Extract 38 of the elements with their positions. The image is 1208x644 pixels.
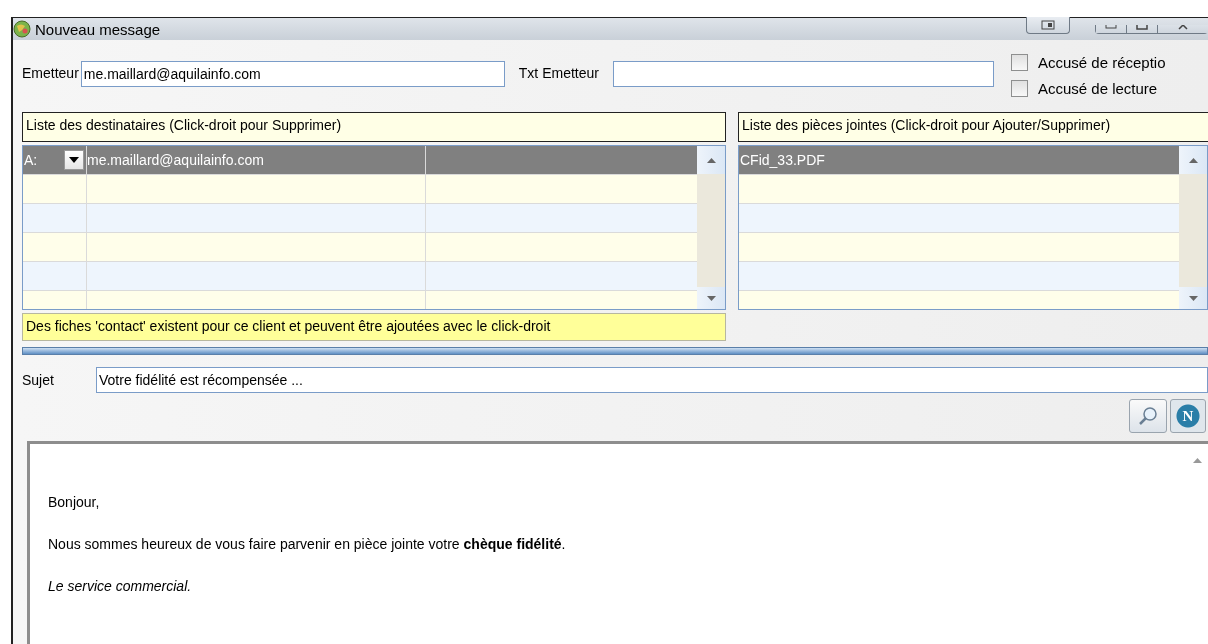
caret-icon (69, 157, 79, 163)
subject-field[interactable]: Votre fidélité est récompensée ... (96, 367, 1208, 393)
splitter-bar[interactable] (22, 347, 1208, 355)
attachment-row[interactable]: CFid_33.PDF (739, 146, 1179, 175)
scroll-up-icon[interactable] (1193, 458, 1202, 464)
recipient-type: A: (24, 152, 38, 168)
scroll-up-icon[interactable] (706, 157, 716, 163)
scroll-down-icon[interactable] (706, 295, 716, 301)
scroll-up-icon[interactable] (1188, 157, 1198, 163)
n-button[interactable]: N (1170, 399, 1206, 433)
body-paragraph: Nous sommes heureux de vous faire parvenir en pièce jointe votre chèque fidélité. (48, 536, 567, 552)
list-header: Liste des destinataires (Click-droit pour Supprimer) (22, 112, 726, 142)
window-title: Nouveau message (35, 20, 161, 38)
dropdown-button[interactable] (64, 150, 84, 170)
checkbox-label: Accusé de lecture (1037, 80, 1158, 97)
body-paragraph: Bonjour, (48, 494, 101, 510)
magnifier-icon (1137, 405, 1159, 427)
checkbox[interactable] (1010, 80, 1028, 97)
subject-label: Sujet (22, 372, 55, 388)
attachment-name: CFid_33.PDF (740, 152, 825, 168)
message-editor[interactable]: Bonjour, Nous sommes heureux de vous faire parvenir en pièce jointe votre chèque fidélité. Le service commercial. (27, 441, 1208, 644)
sender-field[interactable]: me.maillard@aquilainfo.com (80, 61, 505, 87)
body-paragraph: Le service commercial. (48, 578, 193, 594)
sender-text-field[interactable] (612, 61, 994, 87)
checkbox[interactable] (1010, 54, 1028, 71)
recipient-address: me.maillard@aquilainfo.com (87, 152, 264, 168)
sender-label: Emetteur (22, 65, 79, 81)
recipient-row[interactable]: A: me.maillard@aquilainfo.com (23, 146, 697, 175)
scrollbar[interactable] (1179, 146, 1207, 309)
sender-text-label: Txt Emetteur (518, 65, 599, 81)
scrollbar[interactable] (697, 146, 725, 309)
scroll-down-icon[interactable] (1188, 295, 1198, 301)
info-note: Des fiches 'contact' existent pour ce client et peuvent être ajoutées avec le click-droit (22, 313, 726, 341)
search-button[interactable] (1129, 399, 1167, 433)
globe-icon (13, 20, 31, 38)
restore-icon (1041, 19, 1055, 30)
list-header: Liste des pièces jointes (Click-droit pour Ajouter/Supprimer) (738, 112, 1208, 142)
checkbox-label: Accusé de réceptio (1037, 54, 1166, 71)
